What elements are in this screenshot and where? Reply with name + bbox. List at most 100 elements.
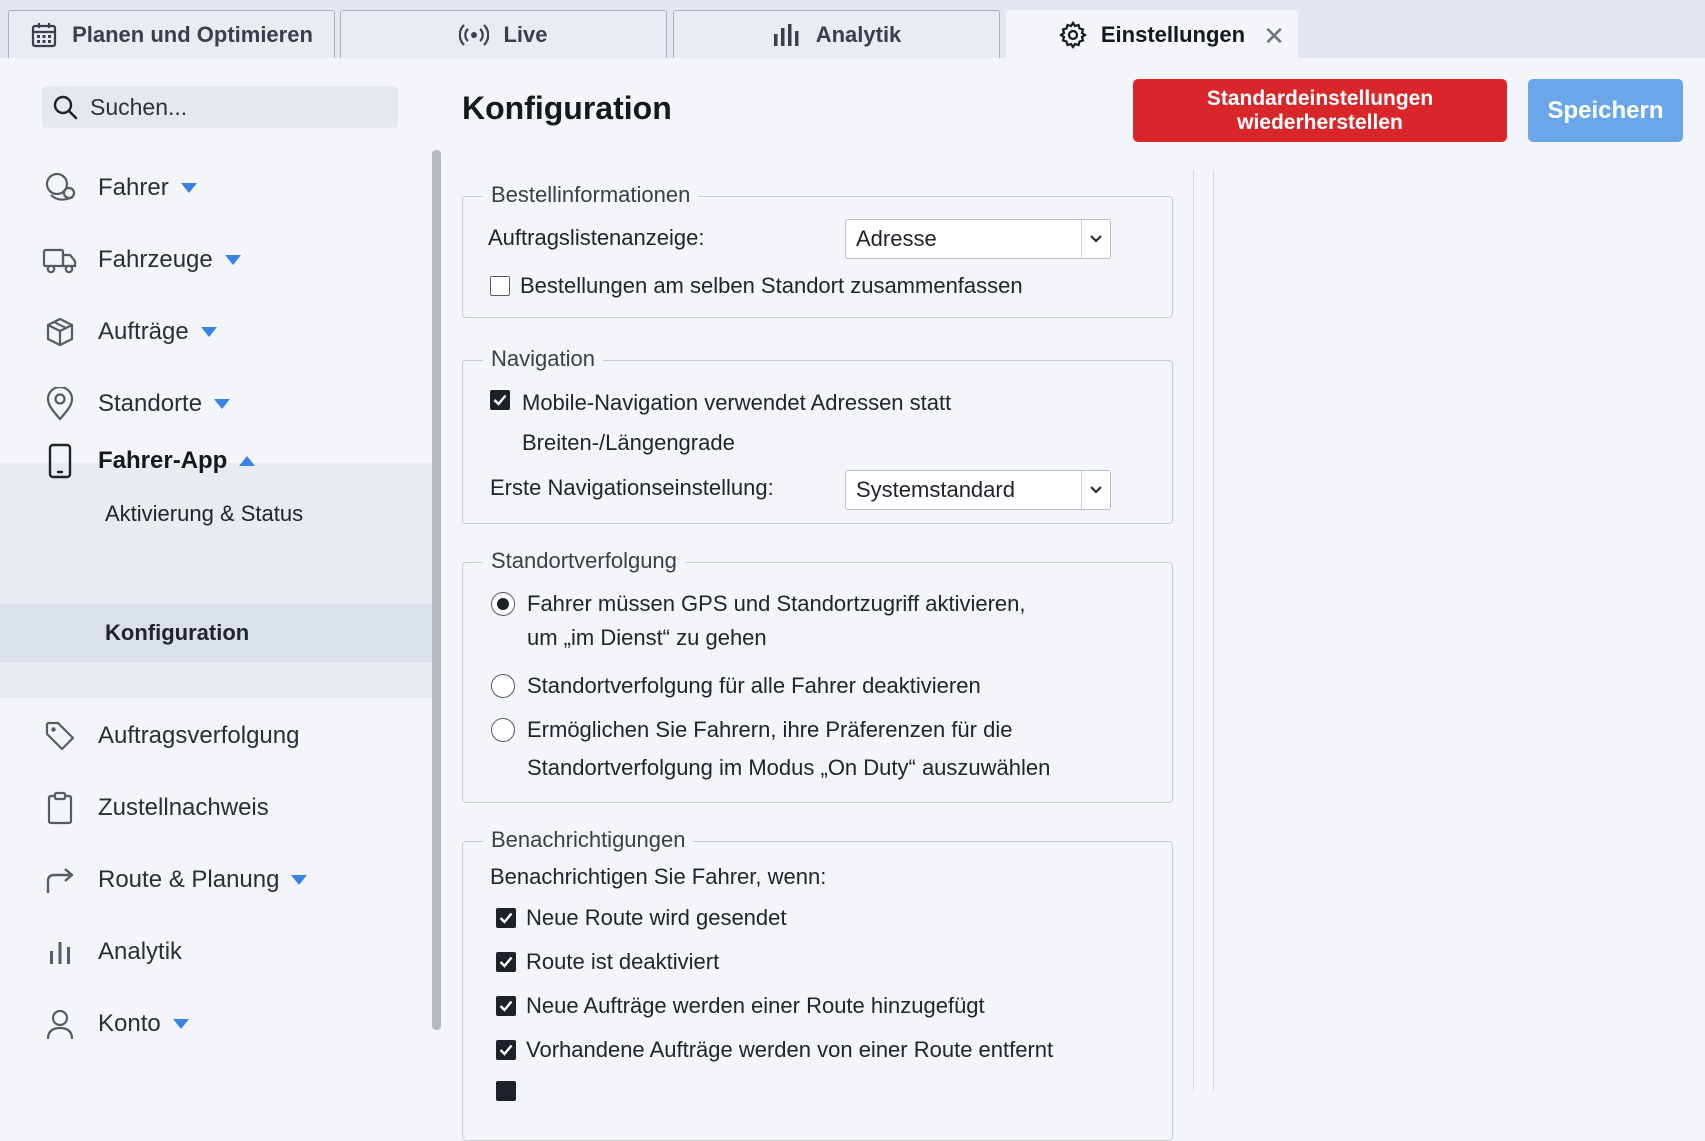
- checkbox-label: Mobile-Navigation verwendet Adressen sta…: [522, 390, 952, 415]
- column-divider: [1213, 170, 1214, 1091]
- sidebar-item-label: Fahrer: [98, 174, 169, 201]
- smartphone-icon: [42, 443, 78, 479]
- search-input[interactable]: [88, 92, 382, 122]
- sidebar-item-account[interactable]: Konto: [0, 994, 432, 1054]
- mobile-nav-checkbox[interactable]: [490, 390, 510, 410]
- tab-live[interactable]: Live: [340, 10, 667, 58]
- notify-option-partial[interactable]: [496, 1081, 516, 1101]
- section-legend: Benachrichtigungen: [483, 827, 694, 853]
- search-icon: [52, 94, 78, 120]
- chevron-down-icon: [172, 1019, 189, 1029]
- combine-orders-option[interactable]: Bestellungen am selben Standort zusammen…: [490, 273, 1023, 299]
- list-display-label: Auftragslistenanzeige:: [488, 225, 704, 251]
- chevron-down-icon: [200, 327, 217, 337]
- package-icon: [42, 314, 78, 350]
- check-icon: [499, 912, 513, 924]
- sidebar-item-route-planning[interactable]: Route & Planung: [0, 850, 432, 910]
- sidebar-item-label: Standorte: [98, 390, 203, 417]
- column-divider: [1193, 170, 1194, 1091]
- first-nav-setting-select[interactable]: Systemstandard: [845, 470, 1111, 510]
- map-pin-icon: [42, 386, 78, 422]
- checkbox-label-cont: Breiten-/Längengrade: [522, 430, 735, 455]
- sidebar-item-orders[interactable]: Aufträge: [0, 302, 432, 362]
- tracking-option-driver-choice[interactable]: Ermöglichen Sie Fahrern, ihre Präferenze…: [491, 713, 1050, 786]
- radio-label: Ermöglichen Sie Fahrern, ihre Präferenze…: [527, 717, 1013, 742]
- bar-chart-icon: [42, 934, 78, 970]
- combine-orders-checkbox[interactable]: [490, 276, 510, 296]
- notify-new-route-option[interactable]: Neue Route wird gesendet: [496, 905, 787, 931]
- sidebar-item-locations[interactable]: Standorte: [0, 374, 432, 434]
- notify-checkbox[interactable]: [496, 1040, 516, 1060]
- sidebar-subitem-label: Aktivierung & Status: [105, 501, 304, 526]
- list-display-select[interactable]: Adresse: [845, 219, 1111, 259]
- tab-analytics[interactable]: Analytik: [673, 10, 1000, 58]
- notify-orders-removed-option[interactable]: Vorhandene Aufträge werden von einer Rou…: [496, 1037, 1053, 1063]
- sidebar-item-label: Auftragsverfolgung: [98, 722, 300, 749]
- notify-orders-added-option[interactable]: Neue Aufträge werden einer Route hinzuge…: [496, 993, 985, 1019]
- chevron-down-icon: [214, 399, 231, 409]
- sidebar-item-order-tracking[interactable]: Auftragsverfolgung: [0, 706, 432, 766]
- navigation-section: Navigation Mobile-Navigation verwendet A…: [462, 346, 1173, 524]
- radio-button[interactable]: [491, 592, 515, 616]
- notifications-intro-text: Benachrichtigen Sie Fahrer, wenn:: [490, 864, 827, 889]
- tracking-section: Standortverfolgung Fahrer müssen GPS und…: [462, 548, 1173, 803]
- chevron-down-icon: [1081, 471, 1110, 509]
- notify-checkbox[interactable]: [496, 996, 516, 1016]
- drivers-icon: [42, 170, 78, 206]
- tag-icon: [42, 718, 78, 754]
- checkbox-label: Neue Aufträge werden einer Route hinzuge…: [526, 993, 985, 1018]
- radio-label-cont: um „im Dienst“ zu gehen: [527, 625, 767, 650]
- radio-button[interactable]: [491, 718, 515, 742]
- notify-checkbox[interactable]: [496, 908, 516, 928]
- tab-plan-optimize[interactable]: Planen und Optimieren: [8, 10, 335, 58]
- sidebar-subitem-configuration[interactable]: Konfiguration: [0, 604, 432, 662]
- notifications-section: Benachrichtigungen Benachrichtigen Sie F…: [462, 827, 1173, 1141]
- sidebar-subitem-activation-status[interactable]: Aktivierung & Status: [0, 486, 432, 542]
- tab-settings[interactable]: Einstellungen ✕: [1006, 10, 1298, 58]
- sidebar-item-label: Fahrer-App: [98, 447, 228, 474]
- broadcast-icon: [459, 22, 490, 48]
- notify-checkbox[interactable]: [496, 1081, 516, 1101]
- sidebar-item-driver-app[interactable]: Fahrer-App: [0, 431, 432, 491]
- radio-button[interactable]: [491, 674, 515, 698]
- orders-section: Bestellinformationen Auftragslistenanzei…: [462, 182, 1173, 318]
- checkbox-label: Bestellungen am selben Standort zusammen…: [520, 273, 1023, 298]
- chevron-down-icon: [291, 875, 308, 885]
- chevron-down-icon: [224, 255, 241, 265]
- check-icon: [499, 1044, 513, 1056]
- bar-chart-icon: [772, 22, 802, 48]
- truck-icon: [42, 242, 78, 278]
- tab-bar: Planen und Optimieren Live Analytik Eins…: [0, 0, 1705, 58]
- sidebar-item-label: Aufträge: [98, 318, 189, 345]
- sidebar-item-label: Route & Planung: [98, 866, 280, 893]
- tracking-option-required[interactable]: Fahrer müssen GPS und Standortzugriff ak…: [491, 587, 1026, 655]
- sidebar-item-label: Analytik: [98, 938, 183, 965]
- gear-icon: [1058, 20, 1087, 49]
- route-arrow-icon: [42, 862, 78, 898]
- checkbox-label: Neue Route wird gesendet: [526, 905, 787, 930]
- tab-label: Planen und Optimieren: [72, 21, 313, 47]
- mobile-nav-option[interactable]: Mobile-Navigation verwendet Adressen sta…: [490, 383, 951, 463]
- sidebar-item-vehicles[interactable]: Fahrzeuge: [0, 230, 432, 290]
- sidebar-item-drivers[interactable]: Fahrer: [0, 158, 432, 218]
- chevron-up-icon: [239, 456, 256, 466]
- notify-checkbox[interactable]: [496, 952, 516, 972]
- section-legend: Standortverfolgung: [483, 548, 685, 574]
- radio-label-cont: Standortverfolgung im Modus „On Duty“ au…: [527, 755, 1051, 780]
- chevron-down-icon: [180, 183, 197, 193]
- sidebar-item-analytics[interactable]: Analytik: [0, 922, 432, 982]
- save-button[interactable]: Speichern: [1528, 79, 1683, 142]
- tracking-option-disable[interactable]: Standortverfolgung für alle Fahrer deakt…: [491, 669, 981, 703]
- select-value: Systemstandard: [856, 477, 1015, 502]
- checkbox-label: Route ist deaktiviert: [526, 949, 720, 974]
- sidebar-item-proof-of-delivery[interactable]: Zustellnachweis: [0, 778, 432, 838]
- search-box: [42, 86, 398, 128]
- notify-route-deactivated-option[interactable]: Route ist deaktiviert: [496, 949, 719, 975]
- check-icon: [493, 394, 507, 406]
- close-tab-icon[interactable]: ✕: [1263, 21, 1285, 52]
- tab-label: Live: [503, 21, 548, 47]
- restore-defaults-button[interactable]: Standardeinstellungen wiederherstellen: [1133, 79, 1507, 142]
- sidebar-scrollbar[interactable]: [432, 150, 441, 1030]
- calendar-icon: [30, 21, 58, 49]
- user-icon: [42, 1006, 78, 1042]
